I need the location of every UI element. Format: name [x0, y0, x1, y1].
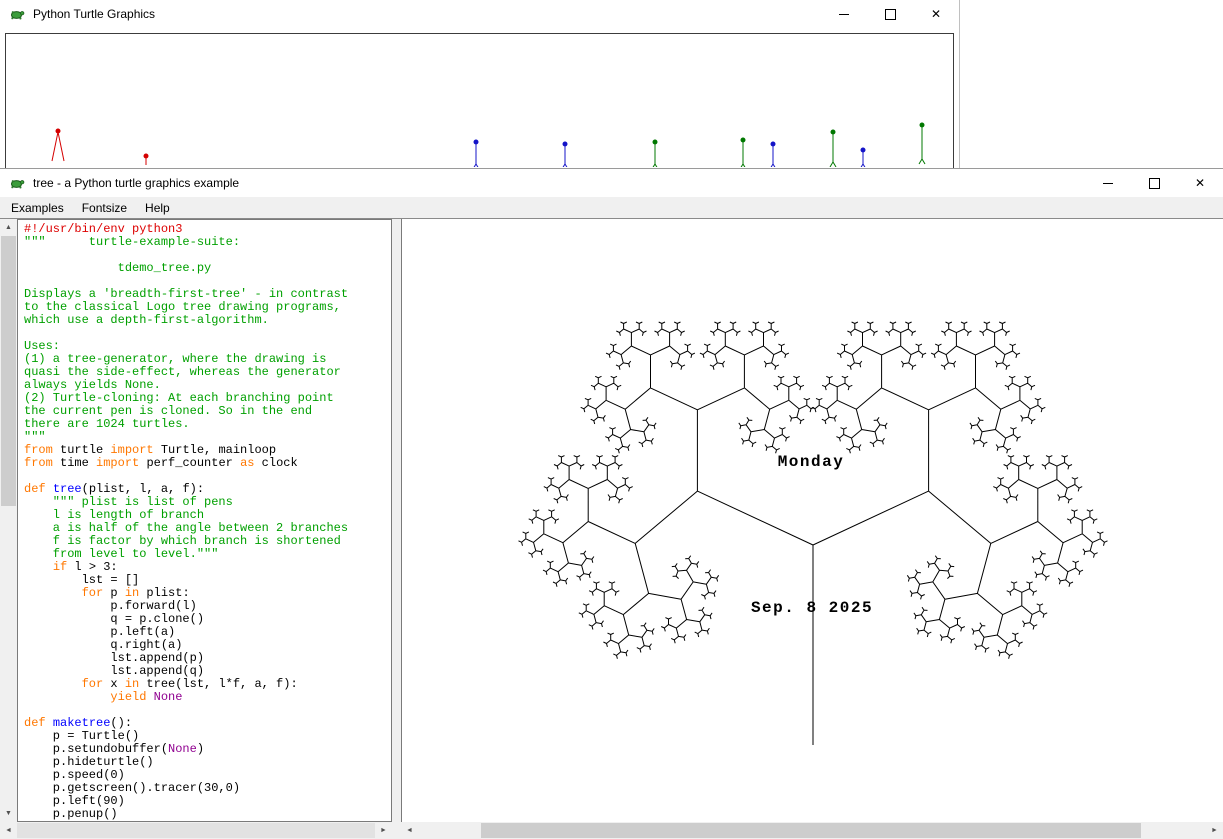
vertical-scroll-thumb[interactable] [1, 236, 16, 506]
scroll-right-arrow-icon[interactable]: ► [375, 822, 392, 839]
code-line: yield None [24, 691, 391, 704]
scroll-left-arrow-icon[interactable]: ◄ [401, 822, 418, 839]
maximize-icon [885, 9, 896, 20]
code-viewer[interactable]: #!/usr/bin/env python3""" turtle-example… [17, 219, 392, 822]
code-horizontal-scrollbar[interactable]: ◄ ► [0, 822, 392, 839]
minimize-button[interactable] [1085, 169, 1131, 197]
horizontal-scroll-thumb[interactable] [481, 823, 1141, 838]
scroll-right-arrow-icon[interactable]: ► [1206, 822, 1223, 839]
window-controls: ✕ [821, 0, 959, 28]
tree-demo-titlebar[interactable]: tree - a Python turtle graphics example … [0, 169, 1223, 197]
code-vertical-scrollbar[interactable]: ▲ ▼ [0, 219, 17, 822]
code-line: """ turtle-example-suite: [24, 236, 391, 249]
turtle-graphics-canvas [5, 33, 954, 168]
menubar: Examples Fontsize Help [0, 197, 1223, 219]
desktop: Python Turtle Graphics ✕ tree - a Python… [0, 0, 1223, 839]
tree-demo-window: tree - a Python turtle graphics example … [0, 168, 1223, 839]
close-button[interactable]: ✕ [1177, 169, 1223, 197]
maximize-button[interactable] [867, 0, 913, 28]
close-icon: ✕ [1195, 177, 1205, 189]
code-line: tdemo_tree.py [24, 262, 391, 275]
maximize-icon [1149, 178, 1160, 189]
menu-fontsize[interactable]: Fontsize [73, 198, 136, 218]
window-title: tree - a Python turtle graphics example [33, 176, 239, 190]
turtle-canvas: Monday Sep. 8 2025 [401, 219, 1223, 822]
horizontal-scroll-thumb[interactable] [17, 823, 375, 838]
scroll-down-arrow-icon[interactable]: ▼ [0, 805, 17, 822]
code-line [24, 327, 391, 340]
scroll-up-arrow-icon[interactable]: ▲ [0, 219, 17, 236]
tree-drawing: Monday Sep. 8 2025 [402, 219, 1223, 822]
minimize-icon [839, 14, 849, 15]
code-line: which use a depth-first-algorithm. [24, 314, 391, 327]
code-line: there are 1024 turtles. [24, 418, 391, 431]
window-title: Python Turtle Graphics [33, 7, 155, 21]
fractal-tree [519, 322, 1108, 745]
turtle-graphics-titlebar[interactable]: Python Turtle Graphics ✕ [0, 0, 959, 28]
turtle-graphics-window: Python Turtle Graphics ✕ [0, 0, 960, 168]
scroll-left-arrow-icon[interactable]: ◄ [0, 822, 17, 839]
menu-examples[interactable]: Examples [2, 198, 73, 218]
window-content: ▲ ▼ #!/usr/bin/env python3""" turtle-exa… [0, 219, 1223, 839]
minimize-button[interactable] [821, 0, 867, 28]
close-icon: ✕ [931, 8, 941, 20]
window-controls: ✕ [1085, 169, 1223, 197]
canvas-text-weekday: Monday [778, 453, 845, 471]
turtle-icon [9, 175, 25, 191]
pane-divider [392, 219, 401, 839]
turtle-figures [6, 34, 953, 167]
canvas-horizontal-scrollbar[interactable]: ◄ ► [401, 822, 1223, 839]
menu-help[interactable]: Help [136, 198, 179, 218]
maximize-button[interactable] [1131, 169, 1177, 197]
canvas-text-date: Sep. 8 2025 [751, 599, 873, 617]
minimize-icon [1103, 183, 1113, 184]
close-button[interactable]: ✕ [913, 0, 959, 28]
turtle-icon [9, 6, 25, 22]
code-line: from time import perf_counter as clock [24, 457, 391, 470]
